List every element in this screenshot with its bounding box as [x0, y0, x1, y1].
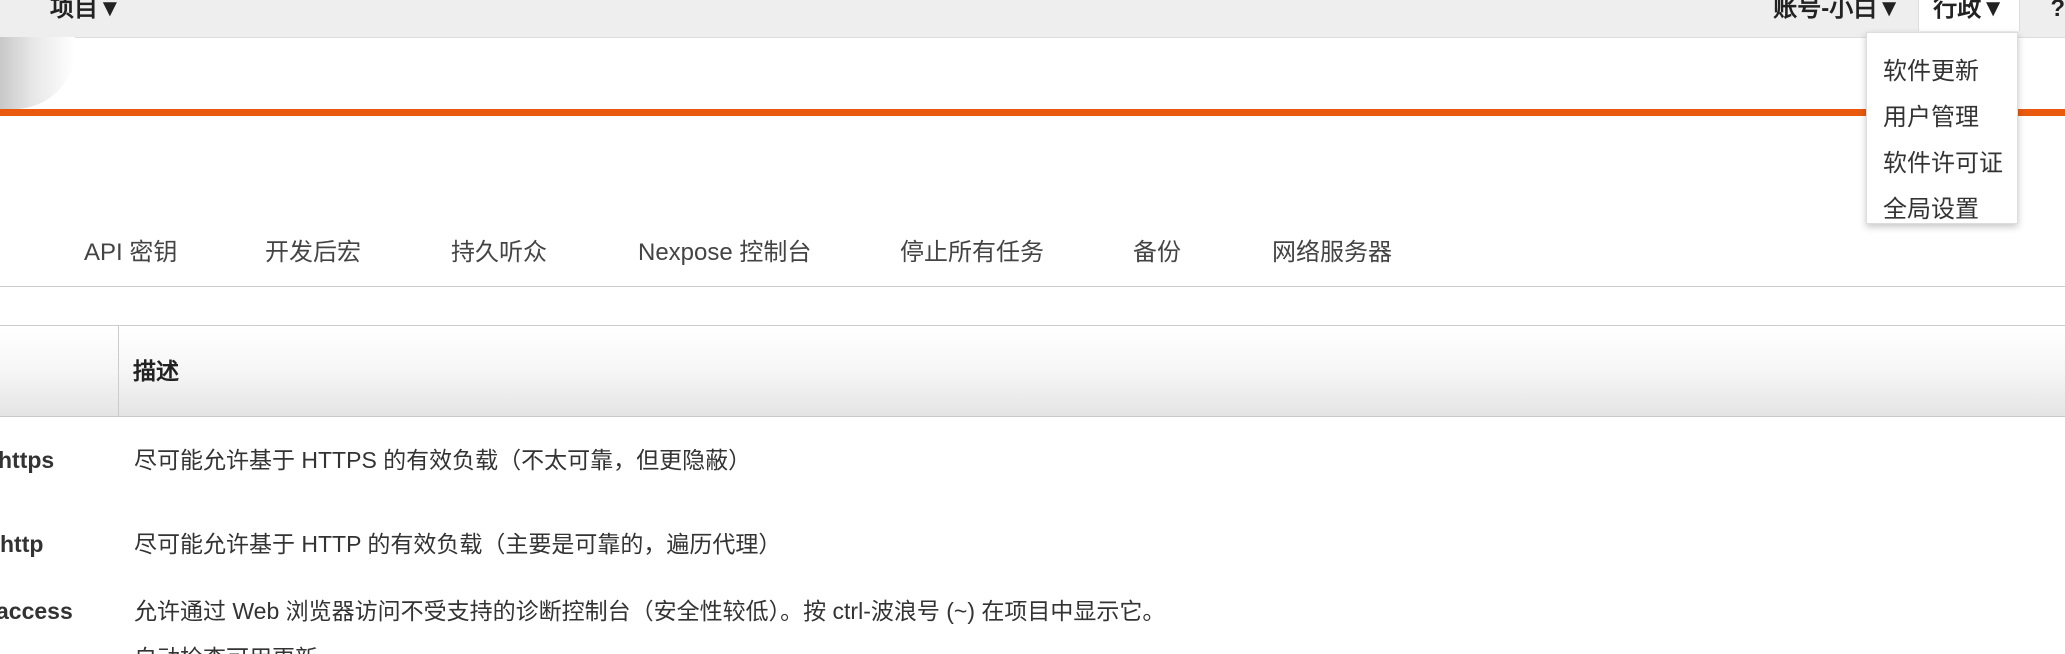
admin-dropdown-menu: 软件更新 用户管理 软件许可证 全局设置 [1866, 32, 2018, 224]
top-nav-bar: 项目▼ 账号-小白▼ 行政▼ ? [0, 0, 2065, 38]
tab-backups[interactable]: 备份 [1133, 238, 1181, 268]
row-name: access [0, 598, 73, 624]
row-name: https [0, 447, 55, 473]
nav-account-menu[interactable]: 账号-小白▼ [1773, 0, 1901, 24]
tab-persistent-listeners[interactable]: 持久听众 [451, 238, 547, 268]
menu-item-software-updates[interactable]: 软件更新 [1883, 57, 1979, 87]
column-header-description: 描述 [133, 358, 179, 384]
tab-stop-all-tasks[interactable]: 停止所有任务 [900, 238, 1044, 268]
header-shadow [0, 37, 75, 109]
help-icon[interactable]: ? [2050, 0, 2065, 24]
nav-admin-menu[interactable]: 行政▼ [1918, 0, 2020, 31]
menu-item-global-settings[interactable]: 全局设置 [1883, 195, 1979, 225]
nav-projects-menu[interactable]: 项目▼ [50, 0, 122, 24]
row-description: 尽可能允许基于 HTTP 的有效负载（主要是可靠的，遍历代理） [134, 531, 782, 557]
column-divider [118, 326, 119, 416]
tab-web-server[interactable]: 网络服务器 [1272, 238, 1392, 268]
tab-post-exploitation-macros[interactable]: 开发后宏 [265, 238, 361, 268]
table-header: 描述 [0, 325, 2065, 417]
header-accent-bar [0, 109, 2065, 116]
menu-item-software-license[interactable]: 软件许可证 [1883, 149, 2003, 179]
tab-api-keys[interactable]: API 密钥 [84, 238, 177, 268]
row-description: 尽可能允许基于 HTTPS 的有效负载（不太可靠，但更隐蔽） [134, 447, 752, 473]
row-description: 自动检查可用更新 [134, 643, 318, 654]
row-description: 允许通过 Web 浏览器访问不受支持的诊断控制台（安全性较低）。按 ctrl-波… [134, 598, 1166, 624]
settings-page: 项目▼ 账号-小白▼ 行政▼ ? API 密钥 开发后宏 持久听众 Nexpos… [0, 0, 2065, 654]
settings-tabs: API 密钥 开发后宏 持久听众 Nexpose 控制台 停止所有任务 备份 网… [0, 224, 2065, 287]
menu-item-user-management[interactable]: 用户管理 [1883, 103, 1979, 133]
row-name: http [0, 531, 44, 557]
tab-nexpose-consoles[interactable]: Nexpose 控制台 [638, 238, 811, 268]
